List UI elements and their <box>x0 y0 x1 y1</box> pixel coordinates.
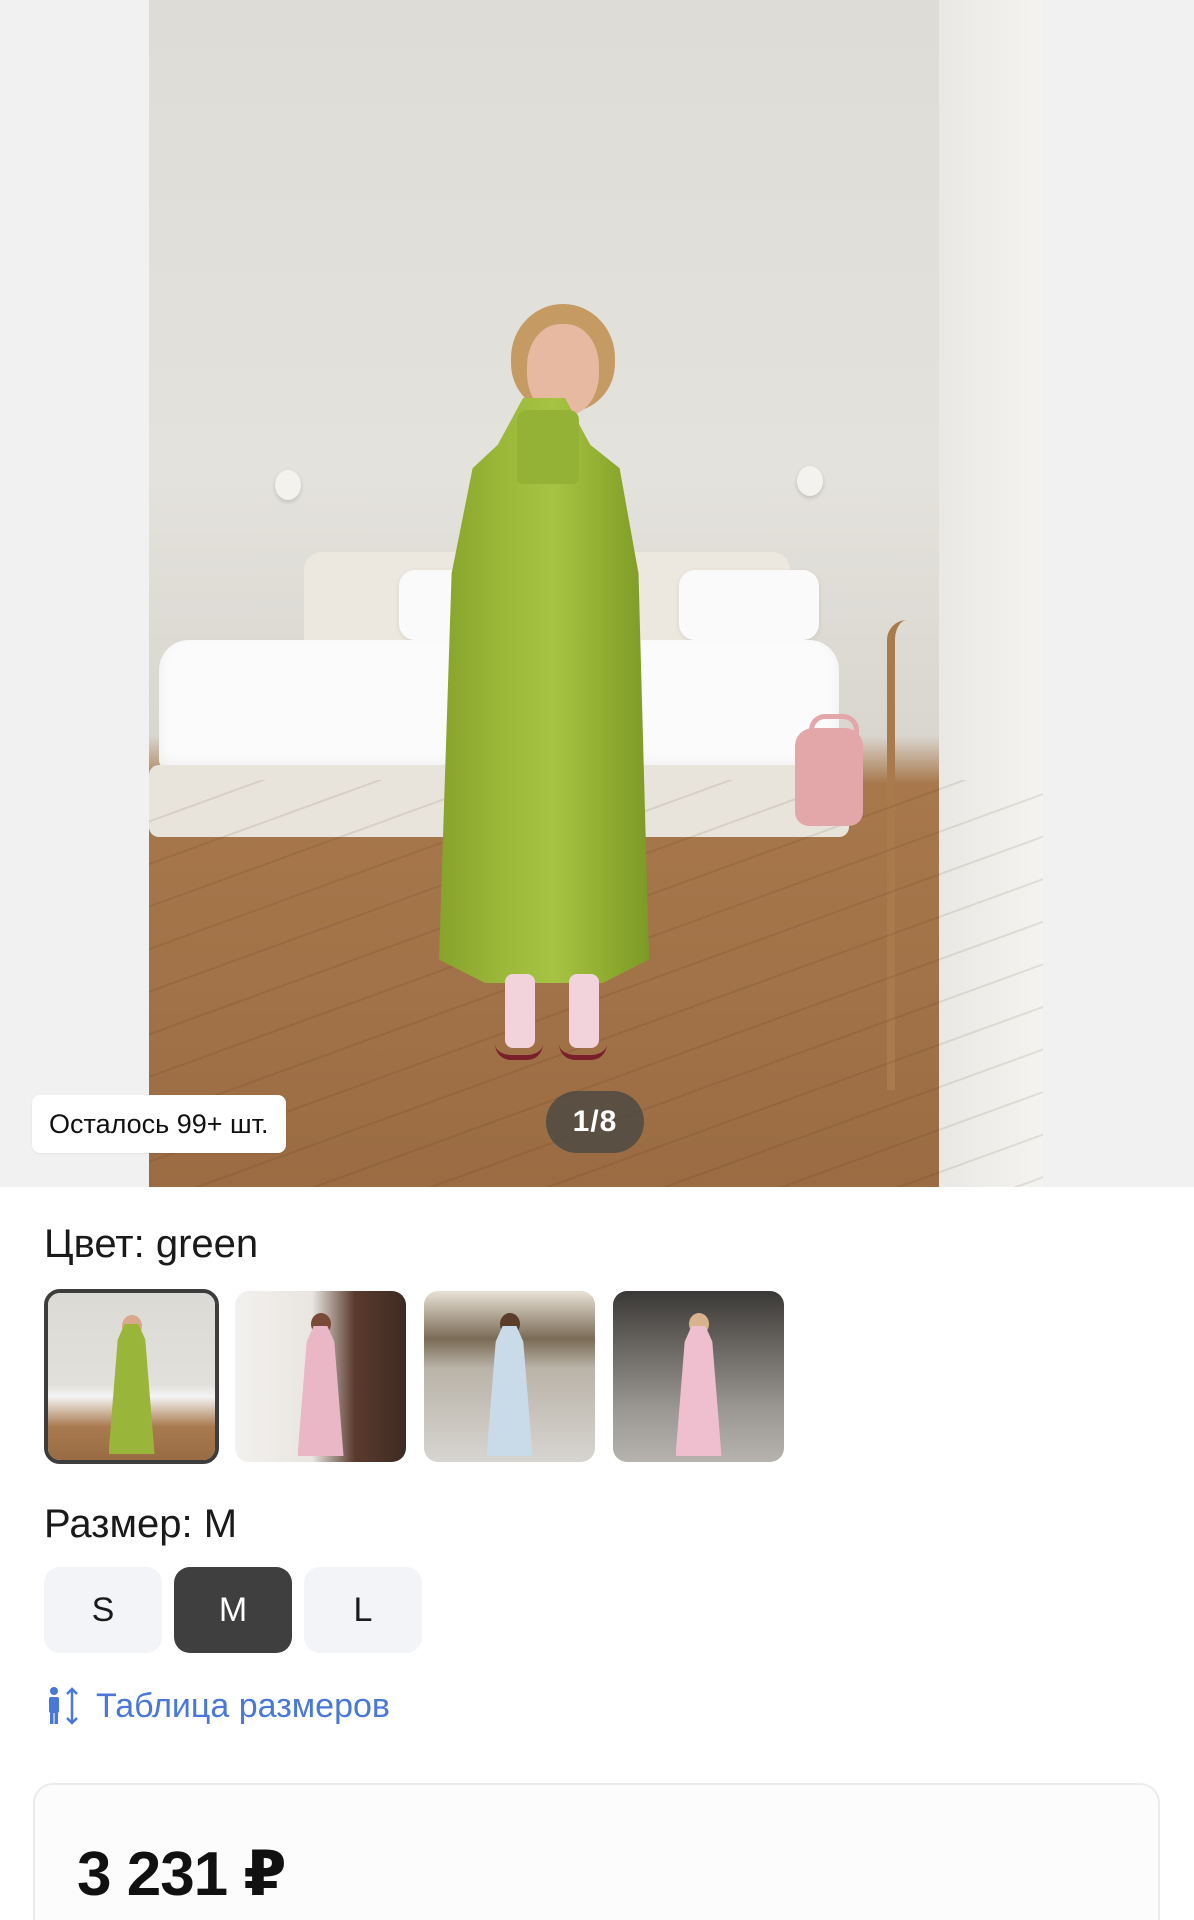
product-price: 3 231 ₽ <box>77 1840 287 1909</box>
product-gallery[interactable]: Осталось 99+ шт. 1/8 <box>0 0 1194 1187</box>
photo-lamp-left <box>275 470 301 500</box>
size-label: Размер: M <box>44 1502 238 1546</box>
size-options: S M L <box>44 1567 422 1653</box>
size-chart-link[interactable]: Таблица размеров <box>46 1686 390 1726</box>
stock-badge: Осталось 99+ шт. <box>32 1095 286 1153</box>
photo-bag <box>795 714 863 826</box>
product-photo[interactable] <box>149 0 1043 1187</box>
gallery-page-counter: 1/8 <box>546 1091 644 1153</box>
price-card: 3 231 ₽ <box>33 1783 1160 1920</box>
color-swatch-pink[interactable] <box>233 1289 408 1464</box>
color-swatch-green[interactable] <box>44 1289 219 1464</box>
photo-model <box>419 298 679 1078</box>
photo-lamp-right <box>797 466 823 496</box>
photo-pillow <box>679 570 819 640</box>
size-chart-icon <box>46 1686 82 1726</box>
color-swatch-pink-2[interactable] <box>611 1289 786 1464</box>
color-label: Цвет: green <box>44 1222 259 1266</box>
color-swatch-light-blue[interactable] <box>422 1289 597 1464</box>
size-button-l[interactable]: L <box>304 1567 422 1653</box>
color-swatches <box>44 1289 786 1464</box>
size-chart-label: Таблица размеров <box>96 1686 390 1725</box>
size-button-s[interactable]: S <box>44 1567 162 1653</box>
size-button-m[interactable]: M <box>174 1567 292 1653</box>
